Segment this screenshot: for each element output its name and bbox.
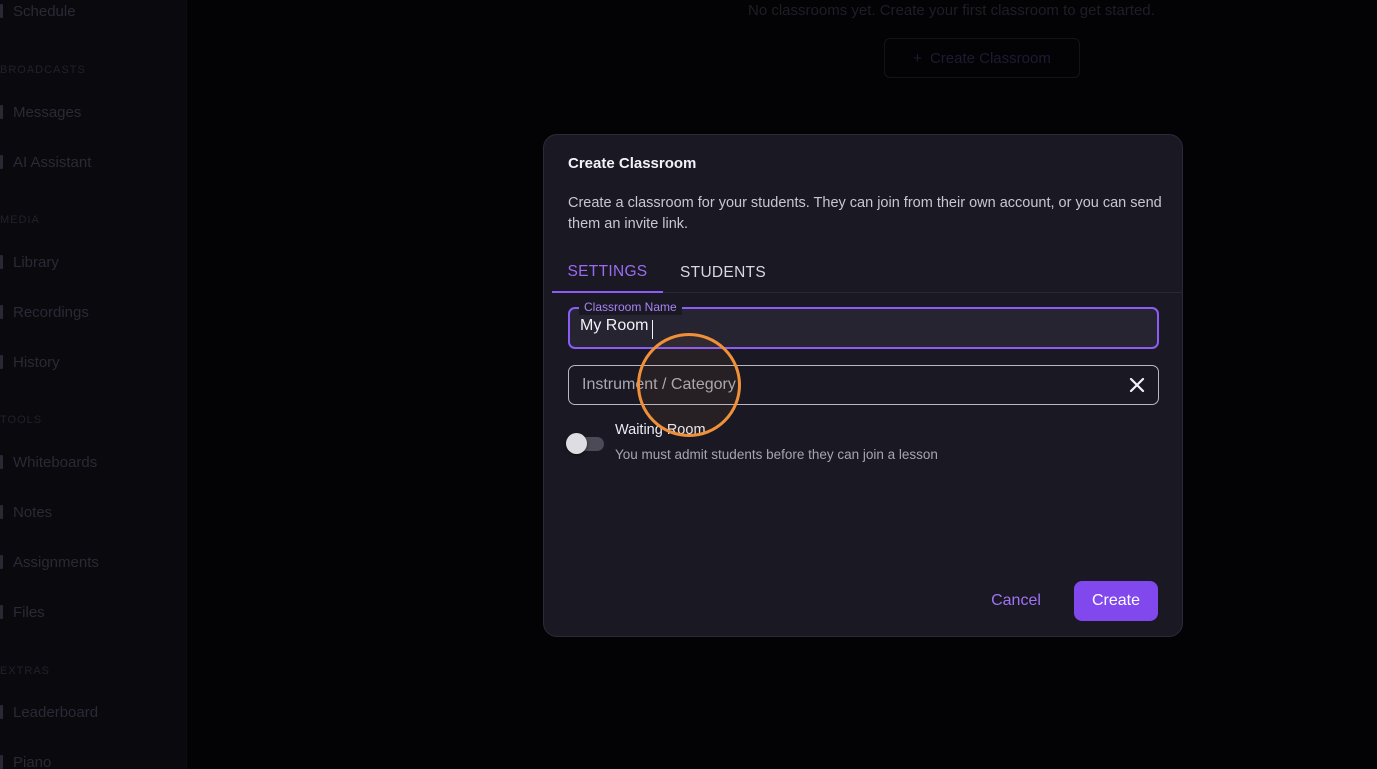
sidebar-section-heading: Broadcasts (0, 64, 86, 76)
sidebar-item-recordings[interactable]: Recordings (0, 302, 89, 322)
sidebar-section-heading: Media (0, 214, 40, 226)
sidebar: Schedule Broadcasts Messages AI Assistan… (0, 0, 187, 769)
classroom-name-input[interactable] (580, 317, 1140, 335)
sidebar-item-leaderboard[interactable]: Leaderboard (0, 702, 98, 722)
sidebar-item-label: Recordings (13, 303, 89, 321)
sidebar-item-messages[interactable]: Messages (0, 102, 81, 122)
waiting-room-toggle[interactable] (566, 433, 604, 455)
whiteboards-icon (0, 455, 3, 469)
sidebar-item-label: Notes (13, 503, 53, 521)
assignments-icon (0, 555, 3, 569)
sidebar-section-heading: Tools (0, 414, 43, 426)
category-placeholder: Instrument / Category (582, 376, 736, 393)
sidebar-item-label: Schedule (13, 2, 76, 20)
tab-settings[interactable]: SETTINGS (552, 253, 663, 293)
sidebar-item-label: Library (13, 253, 59, 271)
waiting-room-description: You must admit students before they can … (615, 447, 938, 462)
sidebar-item-schedule[interactable]: Schedule (0, 1, 76, 21)
recordings-icon (0, 305, 3, 319)
sidebar-item-files[interactable]: Files (0, 602, 45, 622)
waiting-room-label: Waiting Room (615, 422, 706, 438)
cancel-button[interactable]: Cancel (976, 581, 1056, 621)
dialog-description: Create a classroom for your students. Th… (568, 195, 1162, 232)
sidebar-item-whiteboards[interactable]: Whiteboards (0, 452, 97, 472)
sidebar-item-label: AI Assistant (13, 153, 92, 171)
notes-icon (0, 505, 3, 519)
history-icon (0, 355, 3, 369)
ai-assistant-icon (0, 155, 3, 169)
messages-icon (0, 105, 3, 119)
sidebar-item-label: Assignments (13, 553, 99, 571)
sidebar-item-library[interactable]: Library (0, 252, 59, 272)
sidebar-item-label: History (13, 353, 60, 371)
sidebar-item-piano[interactable]: Piano (0, 752, 51, 769)
sidebar-item-label: Messages (13, 103, 82, 121)
classroom-name-label: Classroom Name (579, 299, 682, 315)
create-classroom-dialog: Create Classroom Create a classroom for … (543, 134, 1183, 637)
sidebar-item-label: Leaderboard (13, 703, 99, 721)
text-caret (652, 320, 653, 339)
leaderboard-icon (0, 705, 3, 719)
plus-icon: + (913, 49, 922, 67)
sidebar-item-label: Piano (13, 753, 52, 769)
sidebar-item-history[interactable]: History (0, 352, 60, 372)
create-button[interactable]: Create (1074, 581, 1158, 621)
create-classroom-button[interactable]: + Create Classroom (884, 38, 1080, 78)
sidebar-section-heading: Extras (0, 665, 51, 677)
files-icon (0, 605, 3, 619)
dialog-tabs: SETTINGS STUDENTS (552, 253, 1183, 293)
empty-state-message: No classrooms yet. Create your first cla… (748, 2, 1155, 19)
dialog-title: Create Classroom (568, 155, 697, 172)
library-icon (0, 255, 3, 269)
tab-students[interactable]: STUDENTS (663, 253, 783, 293)
sidebar-item-notes[interactable]: Notes (0, 502, 52, 522)
sidebar-item-ai-assistant[interactable]: AI Assistant (0, 152, 91, 172)
toggle-thumb (566, 433, 587, 454)
category-select[interactable]: Instrument / Category (568, 365, 1159, 405)
classroom-name-field[interactable]: Classroom Name (568, 299, 1159, 349)
close-icon[interactable] (1128, 376, 1146, 394)
sidebar-item-label: Whiteboards (13, 453, 98, 471)
schedule-icon (0, 4, 3, 18)
sidebar-item-label: Files (13, 603, 45, 621)
piano-icon (0, 755, 3, 769)
create-classroom-label: Create Classroom (929, 49, 1051, 67)
sidebar-item-assignments[interactable]: Assignments (0, 552, 99, 572)
